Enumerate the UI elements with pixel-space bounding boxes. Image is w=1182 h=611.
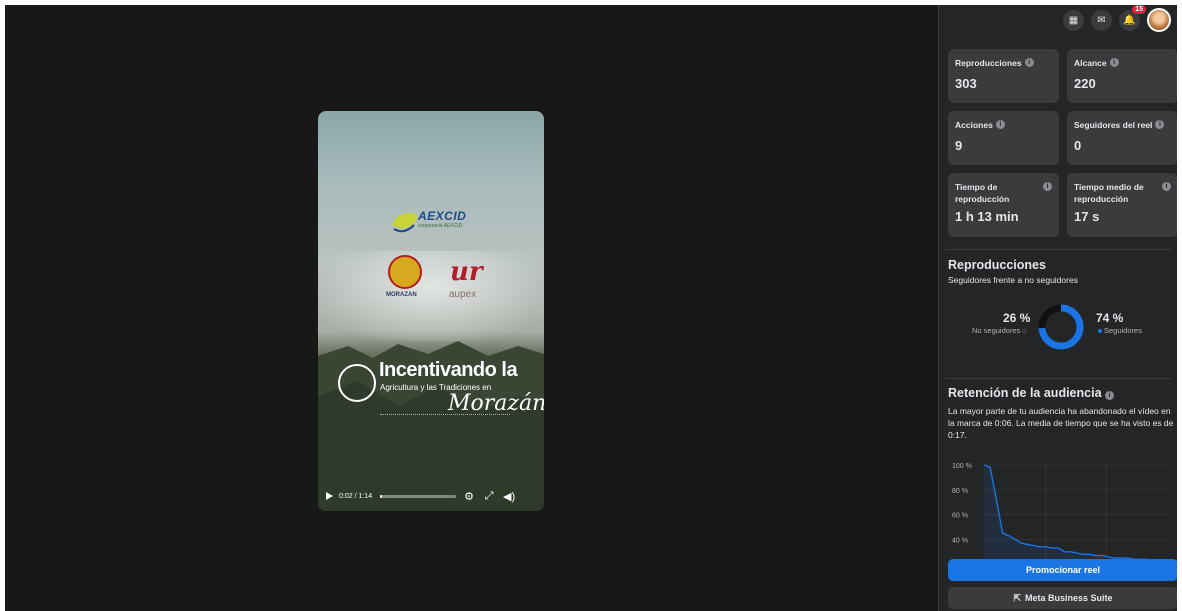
adel-logo-icon (388, 255, 422, 289)
messenger-button[interactable]: ✉ (1091, 9, 1112, 31)
notification-badge: 15 (1132, 5, 1146, 14)
info-icon[interactable]: i (1024, 58, 1034, 67)
meta-business-suite-button[interactable]: ⇱ Meta Business Suite (948, 587, 1177, 609)
notifications-button[interactable]: 🔔 15 (1119, 5, 1146, 31)
stat-value: 1 h 13 min (955, 209, 1019, 224)
video-time: 0:02 / 1:14 (339, 492, 373, 500)
brand-adel-sub: MORAZAN (386, 292, 417, 298)
stat-value: 220 (1074, 76, 1096, 91)
brand-aupex: aupex (449, 289, 477, 300)
viewport: AEXCID cooperació AEXCID MORAZAN ur aupe… (5, 5, 1177, 611)
section-title: Retención de la audiencia i (948, 386, 1174, 400)
section-subtitle: Seguidores frente a no seguidores (948, 275, 1078, 285)
settings-gear-icon[interactable]: ⚙ (462, 490, 476, 503)
stat-card: Acciones i 9 (948, 111, 1059, 165)
reel-video-player[interactable]: AEXCID cooperació AEXCID MORAZAN ur aupe… (318, 111, 544, 511)
fullscreen-icon[interactable]: ⤢ (482, 490, 496, 503)
video-progress-fill (380, 494, 383, 498)
grid-icon: ▦ (1068, 14, 1079, 26)
donut-svg (1038, 304, 1084, 350)
stat-label: Reproducciones (955, 58, 1022, 68)
y-tick-label: 60 % (952, 513, 968, 520)
y-tick-label: 80 % (952, 488, 968, 495)
stat-card: Seguidores del reel i 0 (1067, 111, 1177, 165)
info-icon[interactable]: i (1043, 182, 1052, 191)
info-icon[interactable]: i (1155, 120, 1165, 129)
followers-pct: 74 % (1096, 311, 1124, 325)
retencion-description: La mayor parte de tu audiencia ha abando… (948, 406, 1174, 440)
stat-card: Reproducciones i 303 (948, 49, 1059, 103)
stat-label: Alcance (1074, 58, 1107, 68)
aupex-logo-icon: ur (450, 257, 483, 287)
video-progress-bar[interactable] (380, 494, 457, 498)
video-controls: 0:02 / 1:14 ⚙ ⤢ ◀) (318, 481, 544, 511)
followers-legend: Seguidores (1096, 326, 1142, 335)
retention-chart-svg: 100 %80 %60 %40 %20 % (948, 457, 1174, 563)
stat-value: 303 (955, 76, 977, 91)
stats-grid: Reproducciones i 303 Alcance i 220 Accione… (948, 49, 1177, 237)
top-bar: ▦ ✉ 🔔 15 (939, 5, 1177, 35)
brand-aexcid: AEXCID (418, 209, 467, 223)
agriculture-emblem-icon (338, 364, 376, 402)
retention-chart: 100 %80 %60 %40 %20 % (948, 457, 1174, 563)
chart-background (948, 457, 1174, 563)
info-icon[interactable]: i (995, 120, 1005, 129)
stat-label: Tiempo medio de reproducción (1074, 182, 1144, 204)
stat-label: Seguidores del reel (1074, 120, 1153, 130)
non-followers-label: No seguidores (972, 326, 1021, 335)
promote-reel-button[interactable]: Promocionar reel (948, 559, 1177, 581)
retencion-section: Retención de la audiencia i La mayor par… (948, 386, 1174, 441)
video-title-line3: Morazán (448, 391, 544, 416)
stat-card: Tiempo medio de reproducción i 17 s (1067, 173, 1177, 237)
video-title-line1: Incentivando la (379, 359, 518, 381)
stat-value: 17 s (1074, 209, 1100, 224)
stat-card: Alcance i 220 (1067, 49, 1177, 103)
followers-donut-chart: 26 % No seguidores 74 % Seguidores (948, 300, 1174, 358)
play-icon[interactable] (326, 492, 333, 500)
non-followers-pct: 26 % (1003, 311, 1031, 325)
legend-dot-non-followers (1022, 329, 1027, 334)
legend-dot-followers (1098, 329, 1102, 334)
stat-label: Acciones (955, 120, 993, 130)
fog-layer (318, 251, 544, 341)
info-icon[interactable]: i (1109, 58, 1119, 67)
video-area: AEXCID cooperació AEXCID MORAZAN ur aupe… (5, 5, 938, 611)
section-divider (945, 249, 1172, 250)
bell-icon: 🔔 (1123, 14, 1136, 26)
title-divider (380, 414, 510, 415)
insights-panel: ▦ ✉ 🔔 15 Reproducciones i 303 Alcance i 220… (938, 5, 1177, 611)
followers-label: Seguidores (1104, 326, 1142, 335)
y-tick-label: 100 % (952, 463, 972, 470)
external-link-icon: ⇱ (1013, 592, 1021, 603)
reproducciones-section: Reproducciones Seguidores frente a no se… (948, 258, 1174, 368)
y-tick-label: 40 % (952, 537, 968, 544)
profile-avatar[interactable] (1147, 8, 1171, 32)
volume-icon[interactable]: ◀) (502, 490, 516, 503)
stat-value: 0 (1074, 138, 1082, 153)
stat-label: Tiempo de reproducción (955, 182, 1010, 204)
stat-value: 9 (955, 138, 963, 153)
section-divider (945, 378, 1172, 379)
retencion-title: Retención de la audiencia (948, 386, 1102, 400)
stat-card: Tiempo de reproducción i 1 h 13 min (948, 173, 1059, 237)
non-followers-legend: No seguidores (972, 326, 1028, 335)
apps-menu-button[interactable]: ▦ (1063, 9, 1084, 31)
info-icon[interactable]: i (1162, 182, 1171, 191)
messenger-icon: ✉ (1097, 14, 1106, 26)
brand-aexcid-sub: cooperació AEXCID (418, 223, 463, 229)
meta-business-label: Meta Business Suite (1025, 593, 1113, 603)
info-icon[interactable]: i (1105, 391, 1114, 400)
section-title: Reproducciones (948, 258, 1046, 272)
